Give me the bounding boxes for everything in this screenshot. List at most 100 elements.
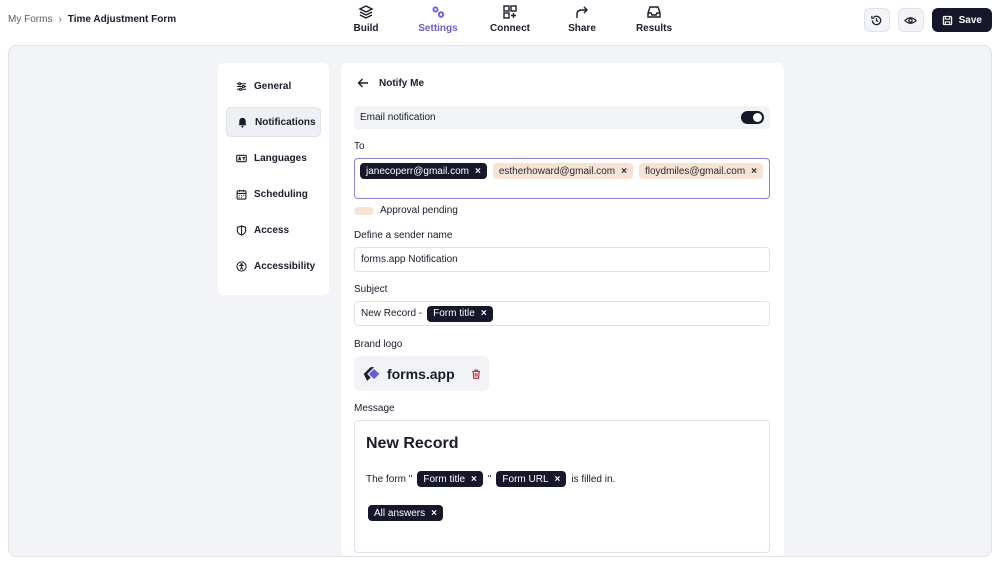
nav-share-label: Share [568,23,596,34]
message-line-suffix: is filled in. [571,473,616,485]
brand-logo-box: forms.app [354,356,489,391]
recipient-chip: janecoperr@gmail.com × [360,163,487,179]
remove-tag-icon[interactable]: × [431,508,437,519]
layers-icon [358,5,374,19]
subject-label: Subject [354,284,388,295]
approval-pending-legend: Approval pending [354,205,458,216]
recipient-email: janecoperr@gmail.com [366,165,469,177]
remove-recipient-icon[interactable]: × [751,166,757,177]
sliders-icon [236,81,247,91]
sidebar-item-label: Access [254,224,290,236]
eye-icon [904,16,918,24]
form-title-tag-label: Form title [423,473,466,485]
nav-settings[interactable]: Settings [402,4,474,34]
form-url-tag-label: Form URL [502,473,549,485]
all-answers-tag: All answers × [368,505,443,521]
shield-icon [236,224,247,236]
legend-text: Approval pending [380,205,458,216]
save-label: Save [958,14,982,26]
brand-logo-label: Brand logo [354,339,403,350]
save-icon [942,15,952,25]
back-arrow-icon[interactable] [357,77,369,89]
sidebar-item-accessibility[interactable]: Accessibility [226,251,321,281]
panel-header: Notify Me [357,77,424,89]
all-answers-tag-label: All answers [374,507,426,519]
remove-tag-icon[interactable]: × [481,308,487,319]
breadcrumb-current: Time Adjustment Form [67,14,177,25]
top-bar: My Forms › Time Adjustment Form Build Se… [0,0,1000,44]
recipient-chip: estherhoward@gmail.com × [492,163,633,179]
subject-tag-label: Form title [433,308,475,319]
sidebar-item-access[interactable]: Access [226,215,321,245]
nav-connect[interactable]: Connect [474,4,546,34]
pending-swatch [354,206,374,215]
notify-me-panel: Notify Me Email notification To janecope… [341,63,784,556]
history-button[interactable] [863,8,890,32]
email-notification-row: Email notification [354,106,770,129]
message-editor[interactable]: New Record The form " Form title × " For… [354,420,770,553]
remove-recipient-icon[interactable]: × [475,166,481,177]
settings-sidebar: General Notifications Languages Scheduli… [218,63,329,295]
email-notification-label: Email notification [360,112,436,123]
form-title-tag: Form title × [417,471,483,487]
nav-results-label: Results [635,23,673,34]
sidebar-item-label: Accessibility [254,260,316,272]
recipient-email: estherhoward@gmail.com [498,165,616,177]
message-line: The form " Form title × " Form URL × is … [366,471,758,487]
trash-icon[interactable] [471,368,481,380]
nav-build-label: Build [353,23,379,34]
preview-button[interactable] [897,8,924,32]
nav-build[interactable]: Build [330,4,402,34]
bell-icon [238,117,247,128]
panel-title: Notify Me [379,77,424,89]
sidebar-item-label: General [254,80,292,92]
share-icon [576,6,588,18]
calendar-icon [236,189,247,200]
sidebar-item-label: Scheduling [254,188,308,200]
breadcrumb-my-forms[interactable]: My Forms [8,14,52,25]
connect-icon [503,5,517,19]
subject-prefix: New Record - [361,308,423,319]
form-url-tag: Form URL × [496,471,567,487]
to-label: To [354,141,365,152]
sender-name-value: forms.app Notification [361,254,458,265]
top-actions: Save [863,8,992,32]
nav-share[interactable]: Share [546,4,618,34]
subject-tag-chip: Form title × [427,305,493,322]
sidebar-item-general[interactable]: General [226,71,321,101]
nav-connect-label: Connect [490,23,530,34]
sidebar-item-languages[interactable]: Languages [226,143,321,173]
history-icon [871,15,882,25]
message-label: Message [354,403,395,414]
sender-name-input[interactable]: forms.app Notification [354,247,770,272]
email-notification-toggle[interactable] [741,111,764,124]
inbox-icon [647,6,661,18]
nav-settings-label: Settings [418,23,458,34]
nav-results[interactable]: Results [618,4,690,34]
gears-icon [432,6,445,18]
sidebar-item-notifications[interactable]: Notifications [226,107,321,137]
settings-canvas: General Notifications Languages Scheduli… [8,45,992,557]
save-button[interactable]: Save [931,8,992,32]
sidebar-item-scheduling[interactable]: Scheduling [226,179,321,209]
sender-label: Define a sender name [354,230,453,241]
breadcrumb-separator: › [58,14,62,25]
forms-app-logo-icon [363,366,380,381]
remove-tag-icon[interactable]: × [471,474,477,485]
language-icon [236,154,247,162]
message-line: All answers × [366,505,758,521]
sidebar-item-label: Notifications [255,116,316,128]
sidebar-item-label: Languages [254,152,307,164]
main-nav: Build Settings Connect Share Results [330,4,690,34]
remove-recipient-icon[interactable]: × [621,166,627,177]
subject-input[interactable]: New Record - Form title × [354,301,770,326]
recipient-chip: floydmiles@gmail.com × [638,163,763,179]
brand-logo-text: forms.app [386,365,455,382]
recipient-email: floydmiles@gmail.com [644,165,746,177]
accessibility-icon [236,260,247,272]
message-quote: " [487,473,492,485]
recipients-input[interactable]: janecoperr@gmail.com × estherhoward@gmai… [354,158,770,199]
remove-tag-icon[interactable]: × [555,474,561,485]
message-heading: New Record [366,435,459,452]
breadcrumb: My Forms › Time Adjustment Form [8,14,176,25]
